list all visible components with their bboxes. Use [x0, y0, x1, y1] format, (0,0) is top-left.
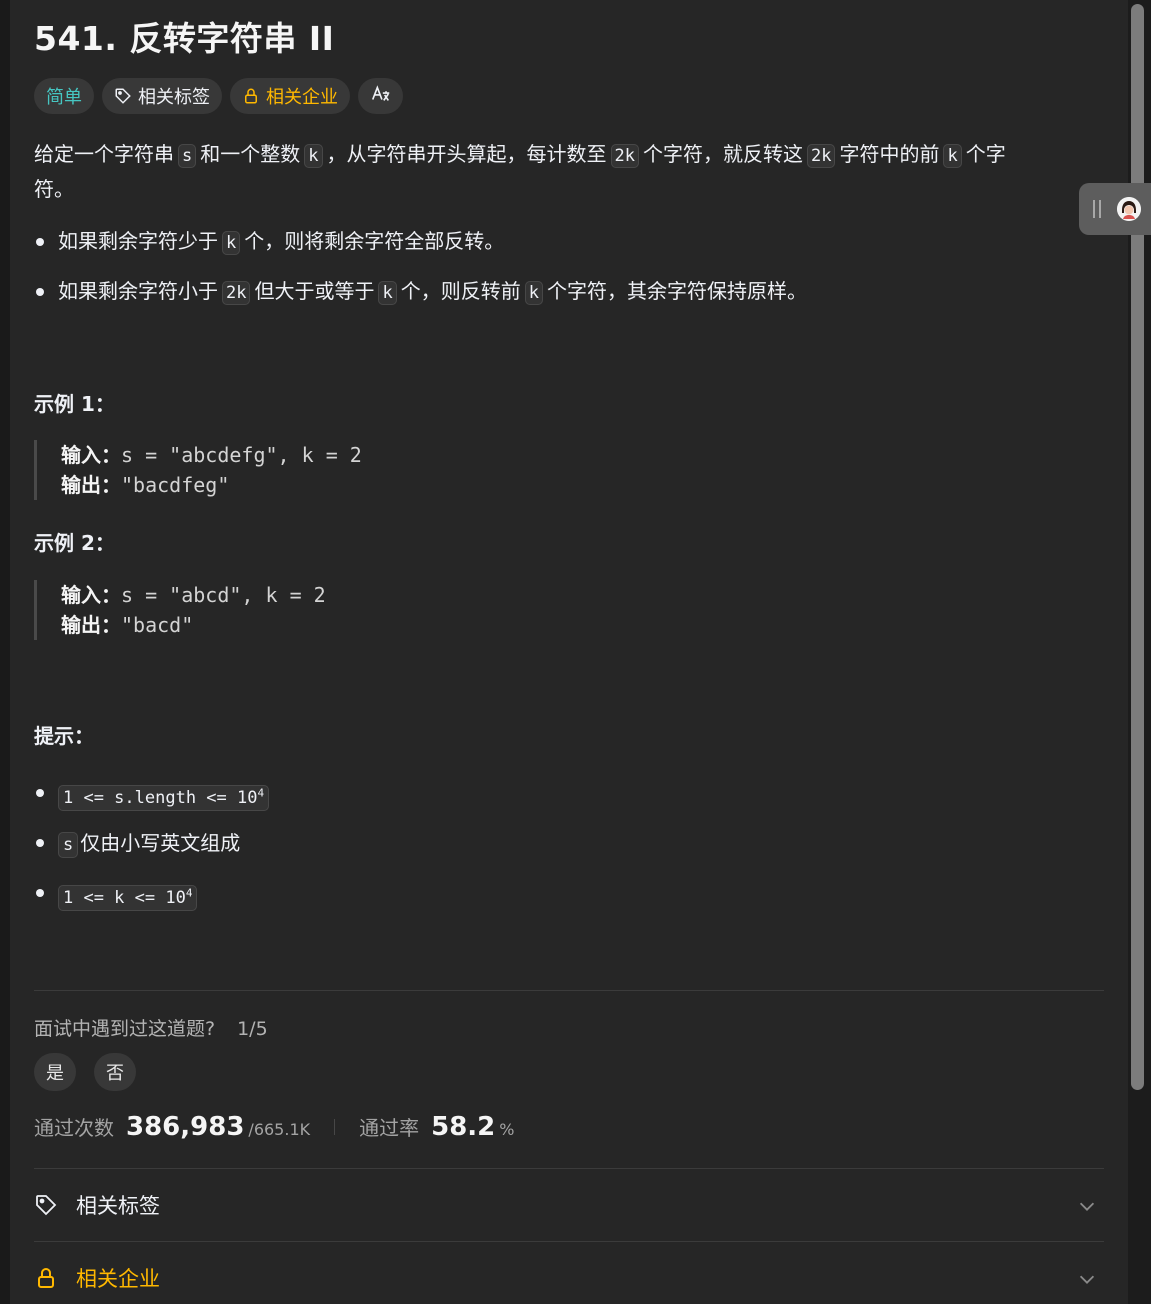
interview-fraction: 1/5	[237, 1018, 268, 1040]
inline-code: 2k	[222, 281, 251, 305]
interview-text: 面试中遇到过这道题?	[34, 1018, 216, 1040]
rule-text: 如果剩余字符小于	[58, 279, 218, 303]
difficulty-tag[interactable]: 简单	[34, 78, 94, 114]
avatar[interactable]	[1117, 197, 1141, 221]
yes-button[interactable]: 是	[34, 1053, 76, 1091]
tag-icon	[34, 1193, 60, 1217]
hint-text: 仅由小写英文组成	[80, 831, 241, 855]
inline-code: k	[222, 231, 241, 255]
inline-code: 2k	[806, 144, 836, 168]
list-item: 1 <= s.length <= 104	[34, 776, 271, 826]
acceptance-rate-unit: %	[499, 1120, 515, 1139]
inline-code: k	[304, 144, 323, 168]
hint-exponent: 4	[257, 786, 265, 799]
tag-row: 简单 相关标签 相关企业	[34, 78, 403, 114]
chevron-down-icon	[1076, 1195, 1098, 1222]
desc-text: 字符中的前	[839, 142, 940, 166]
accepted-label: 通过次数	[34, 1116, 114, 1140]
inline-code: k	[524, 281, 543, 305]
input-label: 输入：	[61, 583, 121, 607]
hint-exponent: 4	[185, 886, 193, 899]
problem-panel: 541. 反转字符串 II 简单 相关标签 相关企业 给定一个字符串 s 和一个…	[10, 0, 1128, 1304]
example-output: 输出："bacdfeg"	[61, 470, 362, 500]
related-companies-button[interactable]: 相关企业	[230, 78, 350, 114]
input-value: s = "abcdefg", k = 2	[121, 443, 362, 467]
problem-description: 给定一个字符串 s 和一个整数 k ，从字符串开头算起，每计数至 2k 个字符，就反转这 2k…	[34, 138, 1094, 206]
acceptance-rate: 58.2	[431, 1112, 496, 1142]
no-button[interactable]: 否	[94, 1053, 136, 1091]
inline-code: k	[943, 144, 962, 168]
inline-code: 1 <= k <= 104	[58, 884, 198, 911]
rule-text: 个，则将剩余字符全部反转。	[244, 229, 505, 253]
input-label: 输入：	[61, 443, 121, 467]
floating-assistant-widget[interactable]	[1079, 183, 1151, 235]
example-1-block: 输入：s = "abcdefg", k = 2 输出："bacdfeg"	[34, 440, 362, 500]
stats-row: 通过次数 386,983 /665.1K 通过率 58.2 %	[34, 1112, 514, 1142]
desc-text: 个字符，就反转这	[642, 142, 803, 166]
output-label: 输出：	[61, 613, 121, 637]
example-output: 输出："bacd"	[61, 610, 326, 640]
desc-text: 符。	[34, 177, 74, 201]
hints-title: 提示：	[34, 724, 94, 748]
example-2-block: 输入：s = "abcd", k = 2 输出："bacd"	[34, 580, 326, 640]
accepted-count: 386,983	[126, 1112, 245, 1142]
example-input: 输入：s = "abcd", k = 2	[61, 580, 326, 610]
interview-question: 面试中遇到过这道题? 1/5	[34, 1014, 268, 1041]
scrollbar-thumb[interactable]	[1131, 4, 1144, 1090]
lock-icon	[242, 87, 260, 105]
related-tags-button[interactable]: 相关标签	[102, 78, 222, 114]
interview-answer: 是 否	[34, 1053, 136, 1091]
rule-text: 个字符，其余字符保持原样。	[546, 279, 807, 303]
lock-icon	[34, 1266, 60, 1290]
desc-text: ，从字符串开头算起，每计数至	[326, 142, 607, 166]
rule-text: 但大于或等于	[254, 279, 375, 303]
inline-code: s	[178, 144, 197, 168]
tag-icon	[114, 87, 132, 105]
translate-icon	[370, 83, 392, 110]
rule-text: 如果剩余字符少于	[58, 229, 218, 253]
list-item: 如果剩余字符小于 2k 但大于或等于 k 个，则反转前 k 个字符，其余字符保持原样。	[34, 275, 807, 325]
desc-text: 给定一个字符串	[34, 142, 174, 166]
example-input: 输入：s = "abcdefg", k = 2	[61, 440, 362, 470]
related-tags-label: 相关标签	[138, 87, 210, 108]
stats-separator	[334, 1119, 336, 1135]
drag-handle-icon[interactable]	[1093, 200, 1101, 218]
submission-count: /665.1K	[248, 1120, 311, 1139]
output-label: 输出：	[61, 473, 121, 497]
acceptance-rate-label: 通过率	[359, 1116, 420, 1140]
list-item: 1 <= k <= 104	[34, 876, 271, 926]
related-companies-section-label: 相关企业	[76, 1267, 160, 1291]
related-tags-section[interactable]: 相关标签	[34, 1169, 1104, 1241]
related-companies-label: 相关企业	[266, 87, 338, 108]
example-2-title: 示例 2：	[34, 531, 115, 555]
inline-code: k	[378, 281, 397, 305]
example-1-title: 示例 1：	[34, 392, 115, 416]
hints-list: 1 <= s.length <= 104 s 仅由小写英文组成 1 <= k <=…	[34, 776, 271, 926]
output-value: "bacd"	[121, 613, 194, 637]
desc-text: 个字	[965, 142, 1006, 166]
translate-button[interactable]	[358, 78, 403, 114]
list-item: s 仅由小写英文组成	[34, 826, 271, 876]
input-value: s = "abcd", k = 2	[121, 583, 326, 607]
list-item: 如果剩余字符少于 k 个，则将剩余字符全部反转。	[34, 225, 807, 275]
problem-title: 541. 反转字符串 II	[34, 19, 335, 58]
divider	[34, 990, 1104, 991]
rules-list: 如果剩余字符少于 k 个，则将剩余字符全部反转。 如果剩余字符小于 2k 但大于或等于 k…	[34, 225, 807, 325]
inline-code: 2k	[610, 144, 639, 168]
hint-code: 1 <= k <= 10	[63, 887, 186, 908]
rule-text: 个，则反转前	[400, 279, 521, 303]
inline-code: s	[58, 832, 79, 858]
desc-text: 和一个整数	[200, 142, 301, 166]
related-companies-section[interactable]: 相关企业	[34, 1242, 1104, 1304]
hint-code: 1 <= s.length <= 10	[63, 787, 258, 808]
chevron-down-icon	[1076, 1268, 1098, 1295]
output-value: "bacdfeg"	[121, 473, 230, 497]
related-tags-section-label: 相关标签	[76, 1194, 160, 1218]
inline-code: 1 <= s.length <= 104	[58, 784, 270, 811]
